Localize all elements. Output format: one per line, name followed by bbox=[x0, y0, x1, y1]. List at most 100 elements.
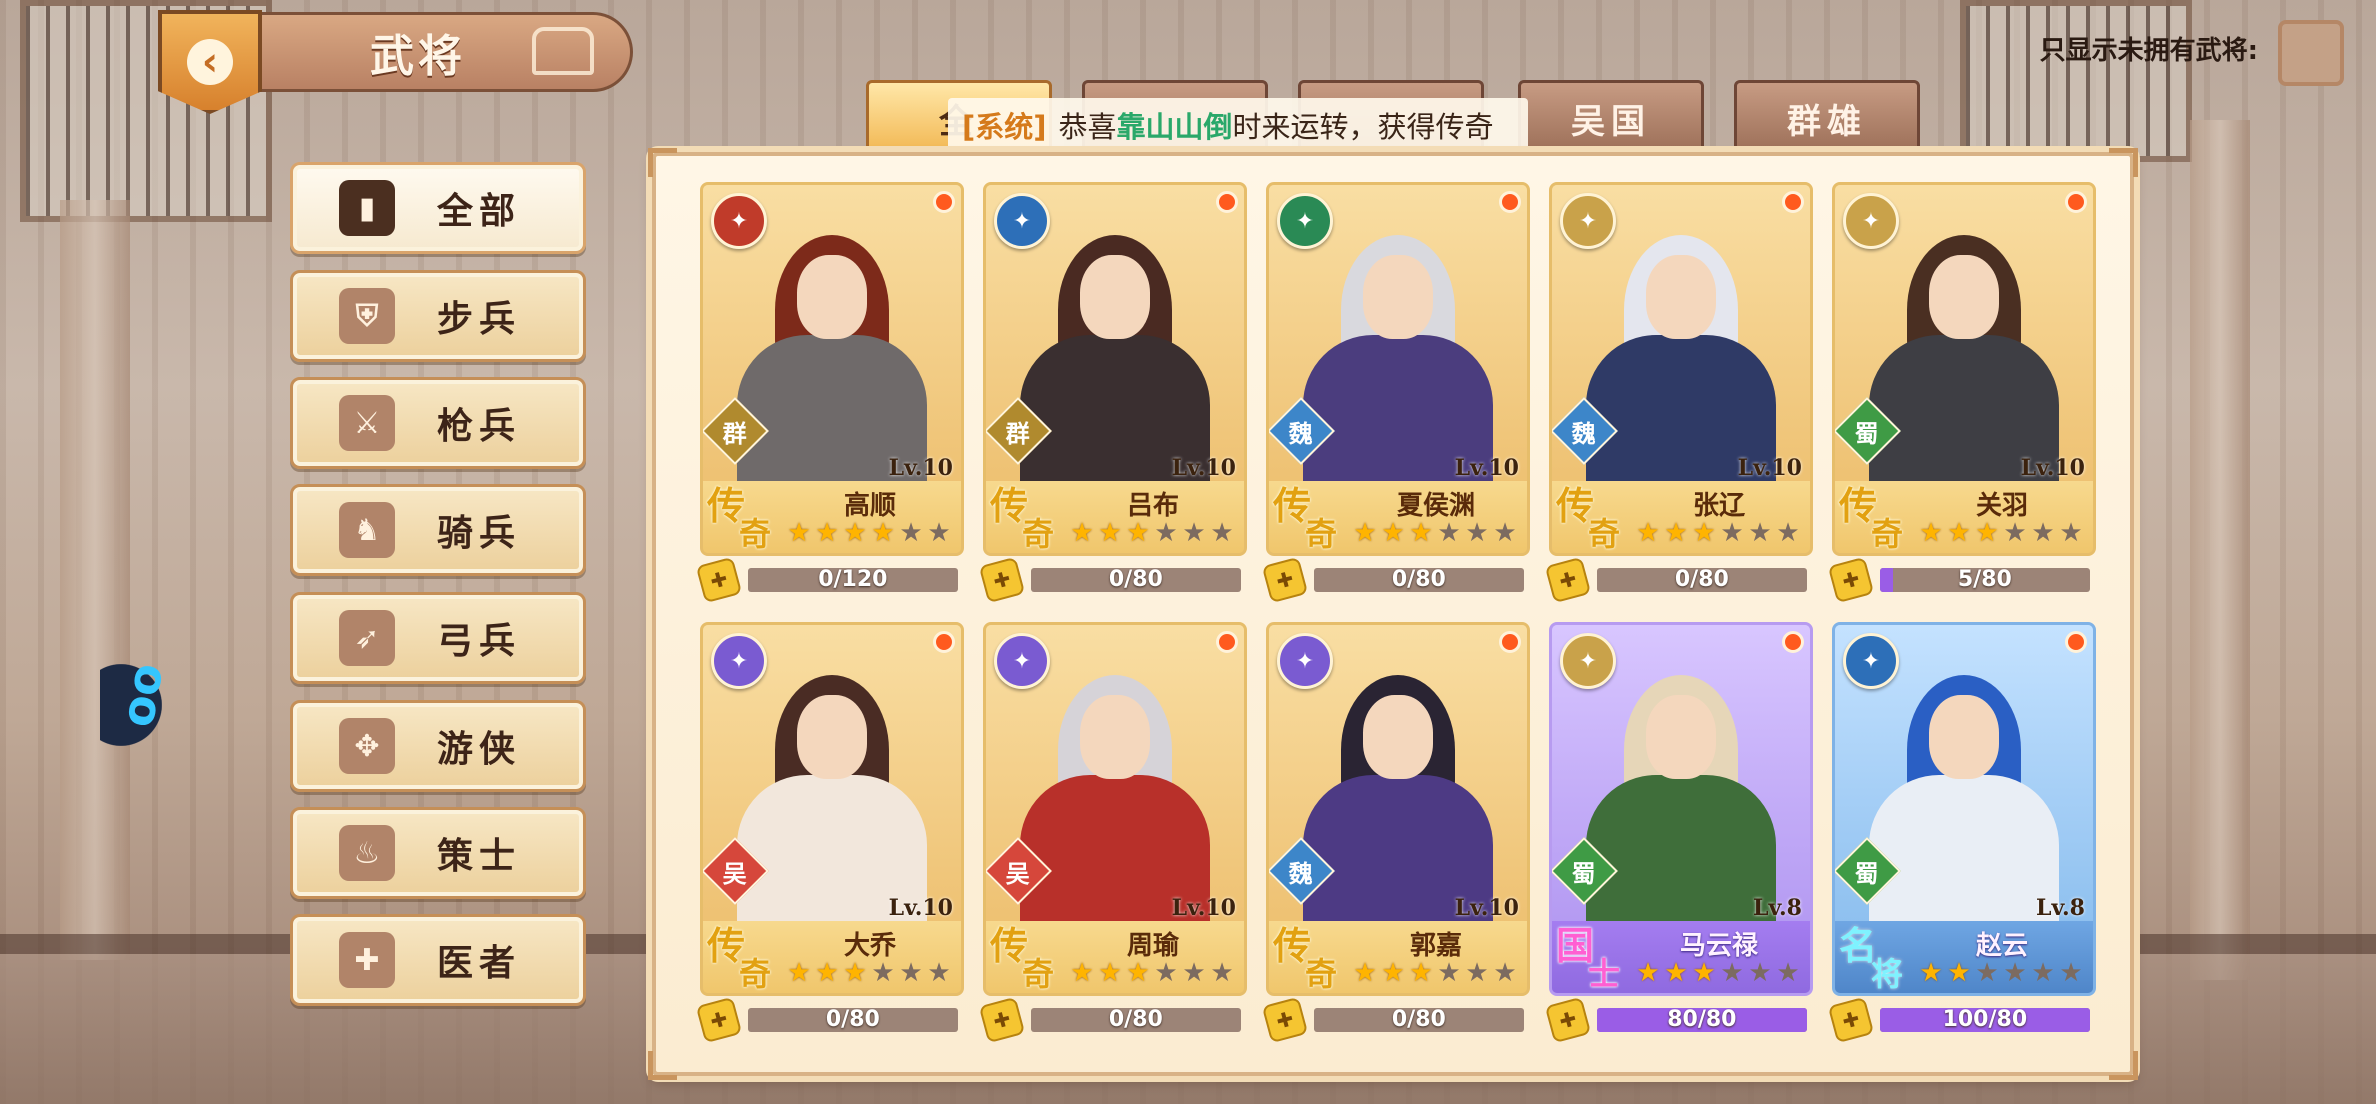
fragment-progress-bar: 100/80 bbox=[1879, 1008, 2090, 1032]
general-card[interactable]: ✦ 魏 Lv.10 传 奇 夏侯渊 ★ ★ ★ ★ ★ ★ bbox=[1266, 182, 1530, 556]
general-card[interactable]: ✦ 蜀 Lv.8 国 士 马云禄 ★ ★ ★ ★ ★ ★ bbox=[1549, 622, 1813, 996]
star-empty-icon: ★ bbox=[1154, 958, 1178, 988]
general-name: 周瑜 bbox=[1126, 931, 1179, 961]
puzzle-piece-icon: ✚ bbox=[978, 996, 1025, 1044]
sidebar-item-1[interactable]: ⛨ 步兵 bbox=[290, 270, 586, 362]
notification-dot bbox=[1782, 191, 1804, 213]
puzzle-piece-icon: ✚ bbox=[978, 556, 1025, 604]
kingdom-label: 群 bbox=[1006, 419, 1030, 448]
fragment-progress: ✚ 5/80 bbox=[1827, 556, 2090, 604]
general-name: 赵云 bbox=[1975, 931, 2028, 961]
general-info-bar: 传 奇 高顺 ★ ★ ★ ★ ★ ★ bbox=[703, 481, 961, 553]
rarity-char: 奇 bbox=[1305, 515, 1338, 553]
fragment-count: 5/80 bbox=[1957, 568, 2012, 592]
star-rating: ★ ★ ★ ★ ★ ★ bbox=[1917, 519, 2085, 547]
star-empty-icon: ★ bbox=[1748, 518, 1772, 548]
bow-icon: ➶ bbox=[339, 610, 395, 666]
star-empty-icon: ★ bbox=[2003, 518, 2027, 548]
star-rating: ★ ★ ★ ★ ★ ★ bbox=[1634, 959, 1802, 987]
rarity-badge: 传 奇 bbox=[988, 475, 1064, 553]
sidebar-item-label: 骑兵 bbox=[437, 513, 522, 554]
general-grid: ✦ 群 Lv.10 传 奇 高顺 ★ ★ ★ ★ ★ ★ ✚ 0/120 ✦ 群… bbox=[695, 182, 2096, 1044]
fragment-count: 0/80 bbox=[825, 1008, 880, 1032]
rarity-badge: 名 将 bbox=[1837, 915, 1913, 993]
sidebar-item-7[interactable]: ✚ 医者 bbox=[290, 914, 586, 1006]
notification-dot bbox=[1782, 631, 1804, 653]
notification-dot bbox=[933, 191, 955, 213]
general-portrait-figure bbox=[1020, 675, 1210, 925]
page-title: 武将 bbox=[370, 31, 466, 82]
fragment-progress-bar: 0/80 bbox=[1313, 1008, 1524, 1032]
notification-dot bbox=[1499, 191, 1521, 213]
background-pillar bbox=[60, 200, 130, 960]
general-card[interactable]: ✦ 吴 Lv.10 传 奇 大乔 ★ ★ ★ ★ ★ ★ bbox=[700, 622, 964, 996]
healer-icon: ✚ bbox=[339, 932, 395, 988]
general-level: Lv.10 bbox=[888, 895, 953, 921]
sidebar-item-label: 弓兵 bbox=[437, 621, 522, 662]
general-portrait-figure bbox=[737, 675, 927, 925]
sidebar-item-4[interactable]: ➶ 弓兵 bbox=[290, 592, 586, 684]
general-portrait-figure bbox=[1869, 675, 2059, 925]
general-name: 张辽 bbox=[1692, 491, 1745, 521]
star-empty-icon: ★ bbox=[1465, 518, 1489, 548]
general-card-slot: ✦ 蜀 Lv.10 传 奇 关羽 ★ ★ ★ ★ ★ ★ ✚ 5/80 bbox=[1827, 182, 2096, 604]
star-filled-icon: ★ bbox=[1664, 958, 1688, 988]
rarity-char: 将 bbox=[1871, 955, 1904, 993]
general-level: Lv.10 bbox=[2020, 455, 2085, 481]
sidebar-item-6[interactable]: ♨ 策士 bbox=[290, 807, 586, 899]
fragment-progress-bar: 0/80 bbox=[1030, 568, 1241, 592]
kingdom-label: 蜀 bbox=[1855, 419, 1879, 448]
general-name: 关羽 bbox=[1975, 491, 2028, 521]
star-empty-icon: ★ bbox=[2059, 518, 2083, 548]
kingdom-label: 吴 bbox=[723, 859, 747, 888]
rarity-badge: 传 奇 bbox=[1271, 475, 1347, 553]
star-rating: ★ ★ ★ ★ ★ ★ bbox=[785, 519, 953, 547]
general-card[interactable]: ✦ 吴 Lv.10 传 奇 周瑜 ★ ★ ★ ★ ★ ★ bbox=[983, 622, 1247, 996]
strategist-flame-icon: ✦ bbox=[1277, 633, 1333, 689]
rarity-badge: 传 奇 bbox=[988, 915, 1064, 993]
general-info-bar: 国 士 马云禄 ★ ★ ★ ★ ★ ★ bbox=[1552, 921, 1810, 993]
general-portrait-figure bbox=[1869, 235, 2059, 485]
broadcast-tag: [系统] bbox=[962, 110, 1047, 144]
general-card[interactable]: ✦ 群 Lv.10 传 奇 吕布 ★ ★ ★ ★ ★ ★ bbox=[983, 182, 1247, 556]
infantry-shield-icon: ⛨ bbox=[339, 288, 395, 344]
star-filled-icon: ★ bbox=[1070, 518, 1094, 548]
fragment-progress: ✚ 0/80 bbox=[1544, 556, 1807, 604]
fragment-count: 0/80 bbox=[1108, 1008, 1163, 1032]
fragment-progress: ✚ 80/80 bbox=[1544, 996, 1807, 1044]
general-card[interactable]: ✦ 群 Lv.10 传 奇 高顺 ★ ★ ★ ★ ★ ★ bbox=[700, 182, 964, 556]
sidebar-item-0[interactable]: ▮ 全部 bbox=[290, 162, 586, 254]
star-filled-icon: ★ bbox=[1947, 958, 1971, 988]
faction-tab[interactable]: 吴国 bbox=[1518, 80, 1704, 156]
rarity-badge: 传 奇 bbox=[705, 915, 781, 993]
general-card[interactable]: ✦ 蜀 Lv.10 传 奇 关羽 ★ ★ ★ ★ ★ ★ bbox=[1832, 182, 2096, 556]
general-card[interactable]: ✦ 蜀 Lv.8 名 将 赵云 ★ ★ ★ ★ ★ ★ bbox=[1832, 622, 2096, 996]
star-filled-icon: ★ bbox=[1126, 518, 1150, 548]
unowned-filter-checkbox[interactable] bbox=[2278, 20, 2344, 86]
sidebar-item-2[interactable]: ⚔ 枪兵 bbox=[290, 377, 586, 469]
fragment-progress-bar: 0/120 bbox=[747, 568, 958, 592]
star-empty-icon: ★ bbox=[1720, 958, 1744, 988]
star-filled-icon: ★ bbox=[1919, 958, 1943, 988]
general-name: 高顺 bbox=[843, 491, 896, 521]
horse-icon: ✦ bbox=[1560, 193, 1616, 249]
fragment-progress-bar: 5/80 bbox=[1879, 568, 2090, 592]
fragment-progress: ✚ 0/120 bbox=[695, 556, 958, 604]
unowned-filter-label: 只显示未拥有武将: bbox=[2039, 36, 2258, 66]
faction-tab[interactable]: 群雄 bbox=[1734, 80, 1920, 156]
general-card[interactable]: ✦ 魏 Lv.10 传 奇 张辽 ★ ★ ★ ★ ★ ★ bbox=[1549, 182, 1813, 556]
sidebar-item-label: 策士 bbox=[437, 836, 522, 877]
kingdom-label: 魏 bbox=[1572, 419, 1596, 448]
notification-dot bbox=[933, 631, 955, 653]
sidebar-item-5[interactable]: ✥ 游侠 bbox=[290, 700, 586, 792]
puzzle-piece-icon: ✚ bbox=[1261, 996, 1308, 1044]
general-card[interactable]: ✦ 魏 Lv.10 传 奇 郭嘉 ★ ★ ★ ★ ★ ★ bbox=[1266, 622, 1530, 996]
general-info-bar: 传 奇 周瑜 ★ ★ ★ ★ ★ ★ bbox=[986, 921, 1244, 993]
fragment-progress: ✚ 0/80 bbox=[978, 996, 1241, 1044]
general-card-slot: ✦ 吴 Lv.10 传 奇 周瑜 ★ ★ ★ ★ ★ ★ ✚ 0/80 bbox=[978, 622, 1247, 1044]
general-name: 大乔 bbox=[843, 931, 896, 961]
star-filled-icon: ★ bbox=[1692, 958, 1716, 988]
strategist-flame-icon: ♨ bbox=[339, 825, 395, 881]
star-filled-icon: ★ bbox=[1353, 518, 1377, 548]
sidebar-item-3[interactable]: ♞ 骑兵 bbox=[290, 484, 586, 576]
